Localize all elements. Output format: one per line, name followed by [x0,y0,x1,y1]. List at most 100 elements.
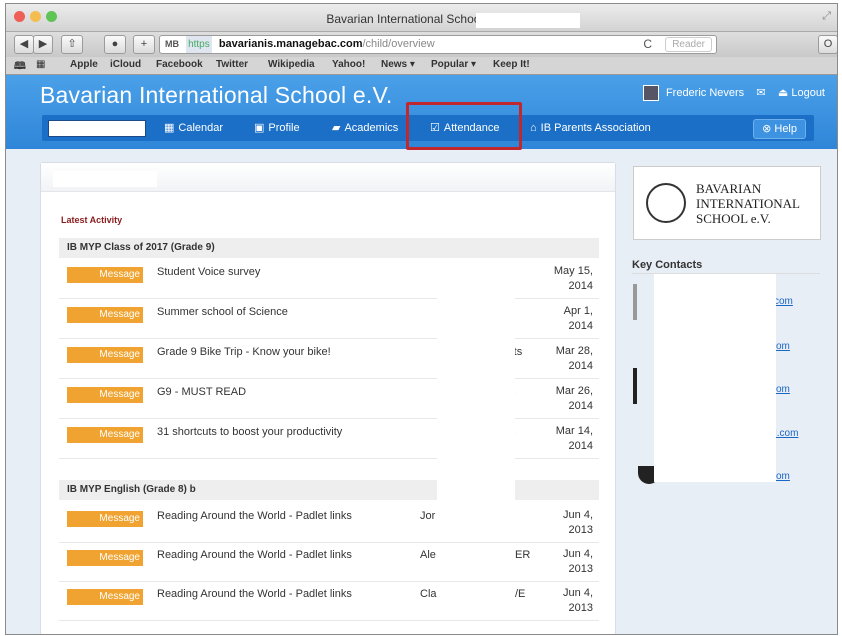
reading-list-icon[interactable]: 🕮 [14,59,26,76]
new-tab-button[interactable]: + [133,35,155,54]
list-item[interactable]: Message Reading Around the World - Padle… [59,503,599,543]
share-icon[interactable]: ⇧ [61,35,83,54]
help-label: Help [774,123,797,135]
fullscreen-icon[interactable]: ⤢ [822,10,831,23]
browser-toolbar: ◀ ▶ ⇧ ● + MB https bavarianis.managebac.… [6,32,837,57]
avatar[interactable] [642,85,659,101]
message-badge: Message [67,387,143,403]
site-header: Bavarian International School e.V. Frede… [6,75,837,150]
back-button[interactable]: ◀ [14,35,34,54]
list-item[interactable]: Message G9 - MUST READ s Mar 26,2014 [59,379,599,419]
message-subject[interactable]: Reading Around the World - Padlet links [157,510,352,522]
bookmark-wikipedia[interactable]: Wikipedia [268,59,315,70]
browser-window: Bavarian International School e.V. – ⤢ ◀… [5,3,838,635]
user-name-link[interactable]: Frederic Nevers [666,87,744,99]
avatar [633,368,637,404]
contact-email-link[interactable]: om [776,471,790,482]
group-title: IB MYP Class of 2017 (Grade 9) [59,238,599,258]
url-host: bavarianis.managebac.com [218,38,363,50]
message-date: Jun 4, 2013 [563,548,593,575]
url-path: /child/overview [362,38,435,50]
message-subject[interactable]: G9 - MUST READ [157,386,246,398]
calendar-icon: ▦ [164,122,175,134]
nav-profile[interactable]: ▣ Profile [254,119,300,137]
mail-icon[interactable]: ✉ [756,87,765,99]
window-title: Bavarian International School e.V. – [326,12,517,26]
message-date: Jun 4, 2013 [563,509,593,536]
list-item[interactable]: Message Reading Around the World - Padle… [59,581,599,621]
forward-button[interactable]: ▶ [33,35,53,54]
search-input[interactable] [48,120,146,137]
help-button[interactable]: ⊗ Help [753,119,806,139]
top-sites-icon[interactable]: ▦ [36,59,45,70]
message-badge: Message [67,511,143,527]
message-subject[interactable]: Summer school of Science [157,306,288,318]
nav-calendar-label: Calendar [178,122,224,134]
message-subject[interactable]: Reading Around the World - Padlet links [157,549,352,561]
logout-link[interactable]: Logout [791,87,825,99]
message-badge: Message [67,589,143,605]
message-date: Mar 14, 2014 [555,425,593,452]
school-title[interactable]: Bavarian International School e.V. [40,82,392,109]
redacted-group-band [437,480,515,500]
title-bar: Bavarian International School e.V. – ⤢ [6,4,837,32]
message-date: Jun 4, 2013 [563,587,593,614]
redacted-contacts [654,274,776,482]
message-subject[interactable]: Student Voice survey [157,266,260,278]
message-date: Mar 26, 2014 [555,385,593,412]
nav-parents-label: IB Parents Association [540,122,651,134]
bookmark-yahoo[interactable]: Yahoo! [332,59,365,70]
message-subject[interactable]: Grade 9 Bike Trip - Know your bike! [157,346,331,358]
redacted-footer [157,621,515,634]
message-subject[interactable]: Reading Around the World - Padlet links [157,588,352,600]
bookmark-icloud[interactable]: iCloud [110,59,141,70]
redacted-title-area [476,13,580,28]
nav-academics[interactable]: ▰ Academics [332,119,398,137]
bookmark-keep-it[interactable]: Keep It! [493,59,530,70]
bookmark-news[interactable]: News ▾ [381,59,415,70]
school-crest-icon [646,183,686,223]
message-badge: Message [67,427,143,443]
https-badge: https [186,36,212,53]
list-item[interactable]: Message 31 shortcuts to boost your produ… [59,419,599,459]
bookmark-facebook[interactable]: Facebook [156,59,203,70]
address-bar[interactable]: MB https bavarianis.managebac.com/child/… [159,35,717,54]
school-logo-box: BAVARIAN INTERNATIONAL SCHOOL e.V. [633,166,821,240]
mb-badge: MB [165,39,179,49]
extension-icon[interactable]: ● [104,35,126,54]
avatar [633,284,637,320]
message-date: Apr 1, 2014 [563,305,593,332]
bookmarks-bar: 🕮 ▦ Apple iCloud Facebook Twitter Wikipe… [6,57,837,75]
group-title: IB MYP English (Grade 8) b [59,480,599,500]
message-badge: Message [67,550,143,566]
bookmark-apple[interactable]: Apple [70,59,98,70]
bookmark-twitter[interactable]: Twitter [216,59,248,70]
list-item[interactable]: Message Summer school of Science ; Apr 1… [59,299,599,339]
reader-button[interactable]: Reader [665,37,712,52]
academics-icon: ▰ [332,122,341,134]
redacted-card-title [53,171,157,187]
contact-email-link[interactable]: om [776,384,790,395]
nav-calendar[interactable]: ▦ Calendar [164,119,223,137]
activity-card: Latest Activity IB MYP Class of 2017 (Gr… [40,162,616,634]
message-sender-suffix: /E [515,588,526,600]
nav-academics-label: Academics [344,122,399,134]
downloads-icon[interactable]: O [818,35,837,54]
message-sender: Cla [420,588,437,600]
list-item[interactable]: Message Student Voice survey May 15, 2014 [59,259,599,299]
message-subject[interactable]: 31 shortcuts to boost your productivity [157,426,342,438]
attendance-highlight-box [406,102,522,150]
list-item[interactable]: Message Grade 9 Bike Trip - Know your bi… [59,339,599,379]
home-icon: ⌂ [530,122,537,134]
contact-email-link[interactable]: om [776,341,790,352]
reload-icon[interactable]: C [643,36,652,53]
school-logo-text: BAVARIAN INTERNATIONAL SCHOOL e.V. [696,181,800,226]
nav-parents-association[interactable]: ⌂ IB Parents Association [530,119,651,137]
message-badge: Message [67,307,143,323]
message-badge: Message [67,267,143,283]
nav-profile-label: Profile [268,122,300,134]
list-item[interactable]: Message Reading Around the World - Padle… [59,542,599,582]
help-icon: ⊗ [762,123,772,135]
message-badge: Message [67,347,143,363]
bookmark-popular[interactable]: Popular ▾ [431,59,476,70]
